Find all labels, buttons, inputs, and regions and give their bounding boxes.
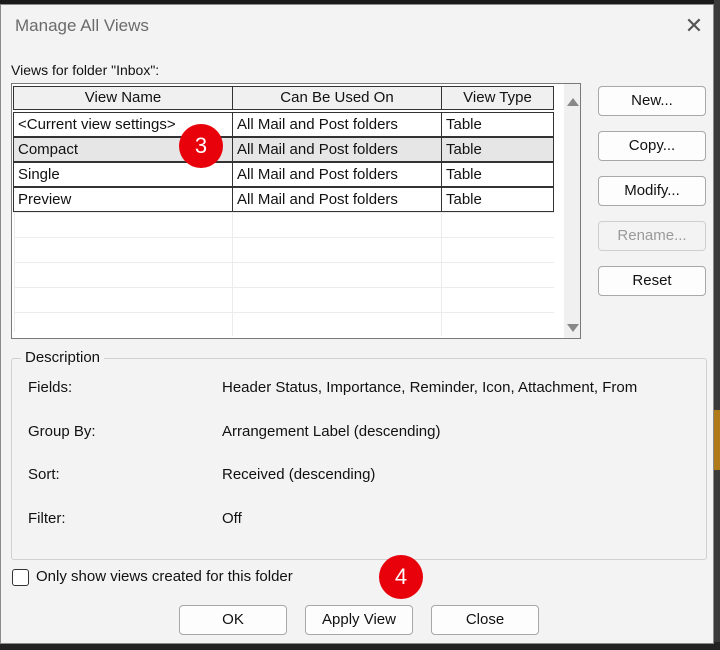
dialog-title: Manage All Views [15,16,149,35]
column-header-view-type[interactable]: View Type [441,86,554,110]
sort-value: Received (descending) [222,466,376,483]
can-be-used-on-cell: All Mail and Post folders [232,162,442,187]
column-header-can-be-used-on[interactable]: Can Be Used On [232,86,442,110]
step-marker-3: 3 [179,124,223,168]
only-show-views-checkbox[interactable] [12,569,29,586]
view-type-cell: Table [441,112,554,137]
view-type-cell: Table [441,187,554,212]
reset-button[interactable]: Reset [598,266,706,296]
manage-all-views-dialog: Manage All Views ✕ Views for folder "Inb… [0,4,714,644]
step-marker-4: 4 [379,555,423,599]
view-type-cell: Table [441,137,554,162]
new-button[interactable]: New... [598,86,706,116]
view-name-cell: Preview [13,187,233,212]
copy-button[interactable]: Copy... [598,131,706,161]
empty-list-area [14,212,554,332]
background-app-edge [714,0,720,650]
sort-label: Sort: [28,466,60,483]
close-icon[interactable]: ✕ [681,13,707,39]
title-bar: Manage All Views ✕ [1,5,713,45]
filter-value: Off [222,510,242,527]
column-header-view-name[interactable]: View Name [13,86,233,110]
modify-button[interactable]: Modify... [598,176,706,206]
apply-view-button[interactable]: Apply View [305,605,413,635]
views-list[interactable]: View Name Can Be Used On View Type <Curr… [11,83,581,339]
fields-value: Header Status, Importance, Reminder, Ico… [222,379,638,396]
ok-button[interactable]: OK [179,605,287,635]
can-be-used-on-cell: All Mail and Post folders [232,187,442,212]
fields-label: Fields: [28,379,73,396]
description-title: Description [21,349,105,366]
scroll-down-icon[interactable] [567,324,579,332]
close-button[interactable]: Close [431,605,539,635]
group-by-label: Group By: [28,423,96,440]
only-show-views-label[interactable]: Only show views created for this folder [36,568,293,585]
background-accent [714,410,720,470]
group-by-value: Arrangement Label (descending) [222,423,441,440]
view-type-cell: Table [441,162,554,187]
grid-divider [441,212,442,336]
filter-label: Filter: [28,510,66,527]
scroll-up-icon[interactable] [567,98,579,106]
views-for-folder-label: Views for folder "Inbox": [11,62,160,78]
can-be-used-on-cell: All Mail and Post folders [232,137,442,162]
list-scrollbar[interactable] [564,84,580,338]
rename-button[interactable]: Rename... [598,221,706,251]
grid-divider [232,212,233,336]
can-be-used-on-cell: All Mail and Post folders [232,112,442,137]
